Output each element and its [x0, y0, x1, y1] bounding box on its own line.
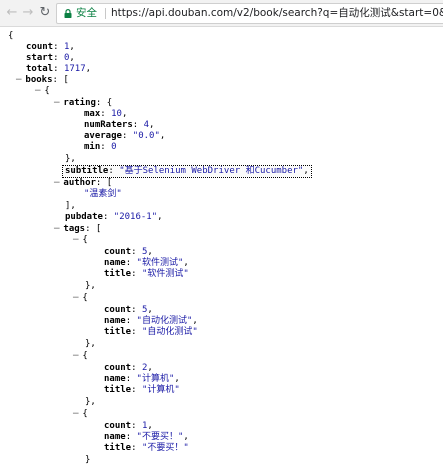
json-line: ], [65, 201, 76, 211]
json-value: "计算机" [136, 374, 175, 384]
json-value: 0 [111, 142, 117, 152]
json-key: total [26, 64, 54, 74]
json-value: "软件测试" [141, 269, 189, 279]
json-key: count [104, 421, 132, 431]
json-value: "基于Selenium WebDriver 和Cucumber" [119, 166, 304, 176]
json-line: name: "自动化测试", [104, 316, 198, 326]
json-key: count [104, 247, 132, 257]
json-viewer: { count: 1, start: 0, total: 1717, − boo… [0, 27, 443, 476]
json-line: − rating: { [53, 98, 113, 108]
json-key: name [104, 432, 126, 442]
json-key: title [104, 385, 132, 395]
json-value: "2016-1" [113, 212, 158, 222]
json-line: − author: [ [53, 178, 113, 188]
json-value: "自动化测试" [136, 316, 193, 326]
address-bar[interactable]: 安全 https://api.douban.com/v2/book/search… [56, 3, 443, 24]
json-line: average: "0.0", [84, 131, 166, 141]
json-line: start: 0, [26, 53, 75, 63]
json-line: }, [85, 339, 96, 349]
url-text[interactable]: https://api.douban.com/v2/book/search?q=… [111, 4, 443, 23]
json-line: count: 2, [104, 363, 153, 373]
json-line: max: 10, [84, 109, 128, 119]
json-line: } [85, 455, 91, 465]
json-value: "软件测试" [136, 258, 184, 268]
json-line: − tags: [ [53, 224, 102, 234]
json-line: pubdate: "2016-1", [65, 212, 163, 222]
json-line-selected[interactable]: subtitle: "基于Selenium WebDriver 和Cucumbe… [62, 164, 312, 179]
secure-label[interactable]: 安全 [76, 4, 97, 23]
json-line: − { [34, 86, 50, 96]
json-line: − books: [ [15, 75, 69, 85]
json-key: start [26, 53, 54, 63]
json-key: books [25, 75, 53, 85]
json-line: "温素剑" [84, 189, 122, 200]
json-key: numRaters [84, 120, 133, 130]
address-separator [105, 8, 106, 19]
json-line: − { [72, 351, 88, 361]
json-value: "不要买！" [136, 432, 184, 442]
json-line: count: 1, [26, 42, 75, 52]
json-line: { [8, 31, 14, 41]
json-key: average [84, 131, 122, 141]
json-line: title: "自动化测试" [104, 327, 198, 337]
json-value: "0.0" [132, 131, 160, 141]
arrow-left-icon[interactable]: ← [4, 4, 20, 22]
json-key: title [104, 327, 132, 337]
json-key: min [84, 142, 101, 152]
collapse-toggle[interactable]: − [15, 75, 25, 85]
json-line: title: "软件测试" [104, 269, 189, 279]
json-value: "自动化测试" [141, 327, 198, 337]
json-key: name [104, 258, 126, 268]
collapse-toggle[interactable]: − [53, 98, 63, 108]
json-key: name [104, 374, 126, 384]
collapse-toggle[interactable]: − [72, 235, 82, 245]
collapse-toggle[interactable]: − [53, 224, 63, 234]
json-line: min: 0 [84, 142, 117, 152]
json-key: subtitle [65, 166, 109, 176]
json-line: title: "不要买！" [104, 443, 189, 453]
json-key: count [104, 305, 132, 315]
collapse-toggle[interactable]: − [34, 86, 44, 96]
json-line: }, [65, 154, 76, 164]
json-line: count: 1, [104, 421, 153, 431]
json-line: numRaters: 4, [84, 120, 155, 130]
json-line: title: "计算机" [104, 385, 180, 395]
arrow-right-icon[interactable]: → [20, 4, 36, 22]
collapse-toggle[interactable]: − [72, 351, 82, 361]
json-value: "不要买！" [141, 443, 189, 453]
json-key: pubdate [65, 212, 103, 222]
json-line: total: 1717, [26, 64, 92, 74]
json-line: }, [85, 397, 96, 407]
reload-icon[interactable]: ↻ [37, 4, 53, 22]
lock-icon [64, 9, 72, 18]
json-key: count [104, 363, 132, 373]
collapse-toggle[interactable]: − [72, 293, 82, 303]
json-line: name: "软件测试", [104, 258, 189, 268]
json-key: author [63, 178, 96, 188]
json-line: name: "不要买！", [104, 432, 189, 442]
json-key: title [104, 443, 132, 453]
json-line: − { [72, 235, 88, 245]
collapse-toggle[interactable]: − [72, 409, 82, 419]
json-key: rating [63, 98, 96, 108]
json-value: "计算机" [141, 385, 180, 395]
json-line: count: 5, [104, 305, 153, 315]
json-value: "温素剑" [84, 189, 122, 199]
json-key: name [104, 316, 126, 326]
collapse-toggle[interactable]: − [53, 178, 63, 188]
json-value: 1717 [63, 64, 86, 74]
json-value: 10 [111, 109, 122, 119]
json-line: }, [85, 281, 96, 291]
json-line: − { [72, 293, 88, 303]
json-key: max [84, 109, 101, 119]
json-line: name: "计算机", [104, 374, 180, 384]
json-line: count: 5, [104, 247, 153, 257]
browser-toolbar: ← → ↻ 安全 https://api.douban.com/v2/book/… [0, 0, 443, 27]
json-line: − { [72, 409, 88, 419]
json-key: tags [63, 224, 86, 234]
json-key: count [26, 42, 54, 52]
json-key: title [104, 269, 132, 279]
